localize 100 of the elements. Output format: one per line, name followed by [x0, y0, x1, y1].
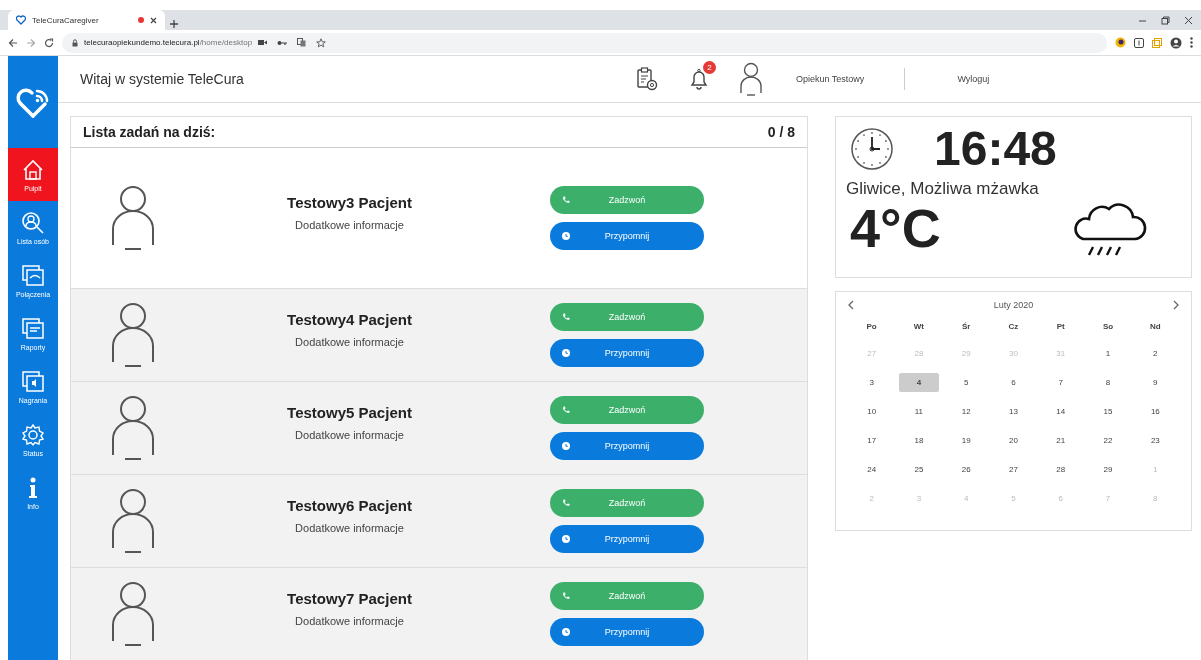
clock-icon: [562, 535, 570, 543]
calendar-day[interactable]: 12: [946, 402, 987, 421]
remind-button[interactable]: Przypomnij: [550, 339, 704, 367]
heart-logo-icon: [15, 85, 51, 119]
remind-button[interactable]: Przypomnij: [550, 222, 704, 250]
person-icon: [109, 581, 157, 647]
document-window-icon: [21, 316, 45, 341]
calendar-day[interactable]: 19: [946, 431, 987, 450]
page-title: Witaj w systemie TeleCura: [80, 71, 245, 87]
browser-tab[interactable]: TeleCuraCaregiver: [8, 10, 165, 30]
camera-icon: [258, 39, 268, 46]
task-row[interactable]: Testowy5 Pacjent Dodatkowe informacje Zadzwoń Przypomnij: [71, 382, 807, 475]
calendar-day[interactable]: 26: [946, 460, 987, 479]
phone-icon: [562, 499, 570, 507]
calendar-day[interactable]: 1: [1088, 344, 1129, 363]
calendar-day[interactable]: 2: [1135, 344, 1176, 363]
calendar-day[interactable]: 28: [1040, 460, 1081, 479]
calendar-day[interactable]: 22: [1088, 431, 1129, 450]
patient-name: Testowy6 Pacjent: [287, 496, 412, 514]
calendar-day[interactable]: 24: [851, 460, 892, 479]
remind-button[interactable]: Przypomnij: [550, 618, 704, 646]
home-icon: [21, 157, 45, 182]
calendar-day[interactable]: 9: [1135, 373, 1176, 392]
calendar-day[interactable]: 6: [993, 373, 1034, 392]
calendar-day[interactable]: 21: [1040, 431, 1081, 450]
back-icon[interactable]: [8, 37, 18, 48]
weekday-label: So: [1102, 322, 1114, 333]
phone-icon: [562, 592, 570, 600]
weekday-label: Po: [866, 322, 877, 333]
weekday-label: Śr: [961, 322, 971, 333]
extension-icon[interactable]: [1134, 37, 1144, 48]
task-row[interactable]: Testowy7 Pacjent Dodatkowe informacje Zadzwoń Przypomnij: [71, 568, 807, 660]
settings-icon: [21, 422, 45, 447]
patient-info: Dodatkowe informacje: [295, 521, 404, 534]
weekday-label: Pt: [1056, 322, 1065, 333]
address-bar[interactable]: telecuraopiekundemo.telecura.pl/home/desktop: [62, 32, 1107, 53]
person-icon: [109, 395, 157, 461]
star-icon[interactable]: [316, 37, 327, 48]
temperature: 4°C: [850, 199, 941, 259]
calendar-day[interactable]: 14: [1040, 402, 1081, 421]
remind-button[interactable]: Przypomnij: [550, 525, 704, 553]
patient-name: Testowy5 Pacjent: [287, 403, 412, 421]
weather-location: Gliwice, Możliwa mżawka: [846, 179, 1040, 199]
calendar-day[interactable]: 29: [1088, 460, 1129, 479]
restore-icon[interactable]: [1161, 15, 1170, 25]
more-icon[interactable]: [1190, 37, 1193, 48]
calendar-day[interactable]: 4: [898, 373, 939, 392]
phone-icon: [562, 196, 570, 204]
calendar-day[interactable]: 17: [851, 431, 892, 450]
patient-info: Dodatkowe informacje: [295, 335, 404, 348]
calendar-day[interactable]: 23: [1135, 431, 1176, 450]
phone-icon: [562, 406, 570, 414]
bell-icon[interactable]: [688, 67, 710, 91]
panel-title: Lista zadań na dziś:: [83, 124, 216, 140]
profile-icon[interactable]: [1170, 36, 1182, 49]
clock-icon: [562, 349, 570, 357]
calendar-day[interactable]: 3: [851, 373, 892, 392]
calendar-day[interactable]: 18: [898, 431, 939, 450]
clock-time: 16:48: [934, 125, 1057, 173]
task-row[interactable]: Testowy4 Pacjent Dodatkowe informacje Zadzwoń Przypomnij: [71, 289, 807, 382]
reload-icon[interactable]: [44, 37, 54, 48]
remind-button[interactable]: Przypomnij: [550, 432, 704, 460]
calendar-day[interactable]: 8: [1088, 373, 1129, 392]
calendar-day[interactable]: 16: [1135, 402, 1176, 421]
calendar-month: Luty 2020: [993, 300, 1034, 310]
weekday-label: Cz: [1008, 322, 1019, 333]
close-icon[interactable]: [150, 16, 157, 24]
patient-name: Testowy7 Pacjent: [287, 589, 412, 607]
url-text: telecuraopiekundemo.telecura.pl/home/desktop: [84, 38, 253, 47]
translate-icon: [297, 38, 307, 47]
calendar-day[interactable]: 27: [993, 460, 1034, 479]
patient-info: Dodatkowe informacje: [295, 614, 404, 627]
logout-link[interactable]: Wyloguj: [957, 74, 990, 84]
calendar-day[interactable]: 15: [1088, 402, 1129, 421]
clock-icon: [850, 127, 894, 171]
calendar-day[interactable]: 11: [898, 402, 939, 421]
phone-icon: [562, 313, 570, 321]
calendar-day[interactable]: 10: [851, 402, 892, 421]
calendar-day[interactable]: 7: [1040, 373, 1081, 392]
patient-name: Testowy4 Pacjent: [287, 310, 412, 328]
chevron-left-icon[interactable]: [848, 300, 854, 310]
clock-icon: [562, 628, 570, 636]
calendar-day[interactable]: 20: [993, 431, 1034, 450]
chevron-right-icon[interactable]: [1173, 300, 1179, 310]
user-icon[interactable]: [738, 62, 764, 96]
close-icon[interactable]: [1184, 15, 1193, 25]
user-name: Opiekun Testowy: [796, 74, 865, 84]
person-icon: [109, 185, 157, 251]
task-count: 0 / 8: [767, 124, 795, 140]
clock-icon: [562, 232, 570, 240]
calendar-day[interactable]: 25: [898, 460, 939, 479]
calendar-day[interactable]: 13: [993, 402, 1034, 421]
clipboard-gear-icon[interactable]: [636, 67, 658, 91]
weekday-label: Wt: [913, 322, 925, 333]
task-row[interactable]: Testowy6 Pacjent Dodatkowe informacje Zadzwoń Przypomnij: [71, 475, 807, 568]
speaker-window-icon: [21, 369, 45, 394]
lock-icon: [72, 38, 78, 47]
person-icon: [109, 302, 157, 368]
calendar-day[interactable]: 5: [946, 373, 987, 392]
patient-name: Testowy3 Pacjent: [287, 193, 412, 211]
